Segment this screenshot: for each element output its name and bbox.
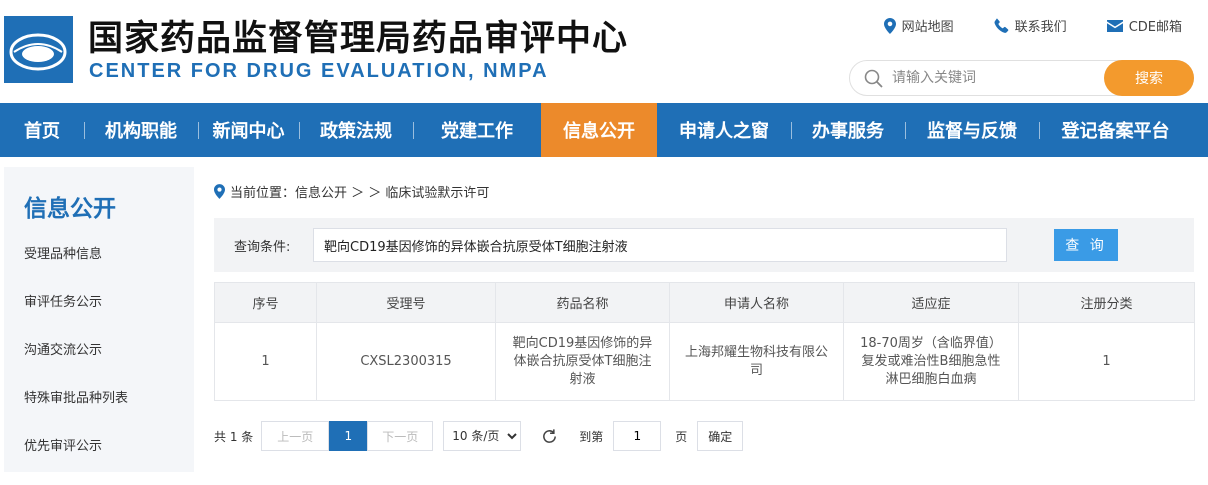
pagination: 共 1 条 上一页 1 下一页 10 条/页 到第 页 确定 xyxy=(214,420,744,452)
nav-item-info-disclosure[interactable]: 信息公开 xyxy=(541,103,657,157)
col-header-reg-class: 注册分类 xyxy=(1018,282,1195,323)
mail-icon xyxy=(1106,19,1123,32)
site-search: 搜索 xyxy=(849,60,1194,96)
nav-item-party[interactable]: 党建工作 xyxy=(413,103,541,157)
total-count: 共 1 条 xyxy=(214,429,254,444)
next-page-button[interactable]: 下一页 xyxy=(367,421,434,451)
phone-icon xyxy=(994,18,1008,33)
table-header-row: 序号 受理号 药品名称 申请人名称 适应症 注册分类 xyxy=(214,282,1195,323)
sidebar: 信息公开 受理品种信息 审评任务公示 沟通交流公示 特殊审批品种列表 优先审评公… xyxy=(4,167,194,472)
sidebar-item-accepted-varieties[interactable]: 受理品种信息 xyxy=(24,245,128,293)
sidebar-item-special-approval[interactable]: 特殊审批品种列表 xyxy=(24,389,128,437)
cell-drug-name: 靶向CD19基因修饰的异体嵌合抗原受体T细胞注射液 xyxy=(495,322,670,401)
search-input[interactable] xyxy=(892,68,1092,88)
goto-page-input[interactable] xyxy=(613,421,662,451)
sitemap-label: 网站地图 xyxy=(901,20,954,35)
sidebar-item-review-tasks[interactable]: 审评任务公示 xyxy=(24,293,128,341)
site-title-cn: 国家药品监督管理局药品审评中心 xyxy=(88,19,629,59)
goto-label: 到第 xyxy=(579,429,604,444)
nav-item-services[interactable]: 办事服务 xyxy=(791,103,905,157)
query-label: 查询条件: xyxy=(234,240,291,255)
cell-applicant: 上海邦耀生物科技有限公司 xyxy=(669,322,844,401)
sidebar-title: 信息公开 xyxy=(24,196,116,222)
cell-indication: 18-70周岁（含临界值）复发或难治性B细胞急性淋巴细胞白血病 xyxy=(843,322,1019,401)
page-unit-label: 页 xyxy=(675,429,688,444)
col-header-drug-name: 药品名称 xyxy=(495,282,670,323)
site-title-en: CENTER FOR DRUG EVALUATION, NMPA xyxy=(89,60,549,82)
col-header-acceptance-no: 受理号 xyxy=(316,282,496,323)
query-input[interactable] xyxy=(313,228,1007,262)
results-table: 序号 受理号 药品名称 申请人名称 适应症 注册分类 1 CXSL2300315… xyxy=(214,282,1195,401)
email-label: CDE邮箱 xyxy=(1128,20,1182,35)
sitemap-link[interactable]: 网站地图 xyxy=(883,16,954,35)
sidebar-item-priority-review[interactable]: 优先审评公示 xyxy=(24,437,128,485)
cell-acceptance-no: CXSL2300315 xyxy=(316,322,496,401)
top-links: 网站地图 联系我们 CDE邮箱 xyxy=(883,16,1182,35)
page-number-current[interactable]: 1 xyxy=(329,421,368,451)
contact-label: 联系我们 xyxy=(1014,20,1067,35)
search-icon xyxy=(864,69,883,88)
col-header-indication: 适应症 xyxy=(843,282,1019,323)
location-pin-icon xyxy=(883,17,896,34)
table-row[interactable]: 1 CXSL2300315 靶向CD19基因修饰的异体嵌合抗原受体T细胞注射液 … xyxy=(214,322,1195,401)
query-bar: 查询条件: 查 询 xyxy=(214,218,1194,272)
page-size-select[interactable]: 10 条/页 xyxy=(443,421,522,451)
site-header: 国家药品监督管理局药品审评中心 CENTER FOR DRUG EVALUATI… xyxy=(0,0,1208,103)
nav-item-news[interactable]: 新闻中心 xyxy=(198,103,299,157)
search-button[interactable]: 搜索 xyxy=(1104,60,1194,96)
cell-reg-class: 1 xyxy=(1018,322,1195,401)
breadcrumb-text: 当前位置：信息公开 ＞ ＞ 临床试验默示许可 xyxy=(230,186,490,201)
nav-item-home[interactable]: 首页 xyxy=(0,103,84,157)
sidebar-menu: 受理品种信息 审评任务公示 沟通交流公示 特殊审批品种列表 优先审评公示 xyxy=(24,245,128,485)
refresh-icon[interactable] xyxy=(541,428,558,445)
col-header-index: 序号 xyxy=(214,282,317,323)
query-button[interactable]: 查 询 xyxy=(1054,229,1118,261)
nav-item-supervision[interactable]: 监督与反馈 xyxy=(905,103,1039,157)
location-pin-icon xyxy=(214,184,225,199)
prev-page-button[interactable]: 上一页 xyxy=(261,421,330,451)
sidebar-item-communication[interactable]: 沟通交流公示 xyxy=(24,341,128,389)
nav-item-functions[interactable]: 机构职能 xyxy=(84,103,198,157)
contact-link[interactable]: 联系我们 xyxy=(994,16,1067,35)
nav-item-registration[interactable]: 登记备案平台 xyxy=(1039,103,1192,157)
col-header-applicant: 申请人名称 xyxy=(669,282,844,323)
cde-logo[interactable] xyxy=(4,16,73,83)
cell-index: 1 xyxy=(214,322,317,401)
nav-item-applicant[interactable]: 申请人之窗 xyxy=(657,103,791,157)
nav-item-policy[interactable]: 政策法规 xyxy=(299,103,413,157)
main-nav: 首页 机构职能 新闻中心 政策法规 党建工作 信息公开 申请人之窗 办事服务 监… xyxy=(0,103,1208,157)
email-link[interactable]: CDE邮箱 xyxy=(1106,16,1182,35)
goto-confirm-button[interactable]: 确定 xyxy=(697,421,744,451)
breadcrumb: 当前位置：信息公开 ＞ ＞ 临床试验默示许可 xyxy=(214,182,489,201)
